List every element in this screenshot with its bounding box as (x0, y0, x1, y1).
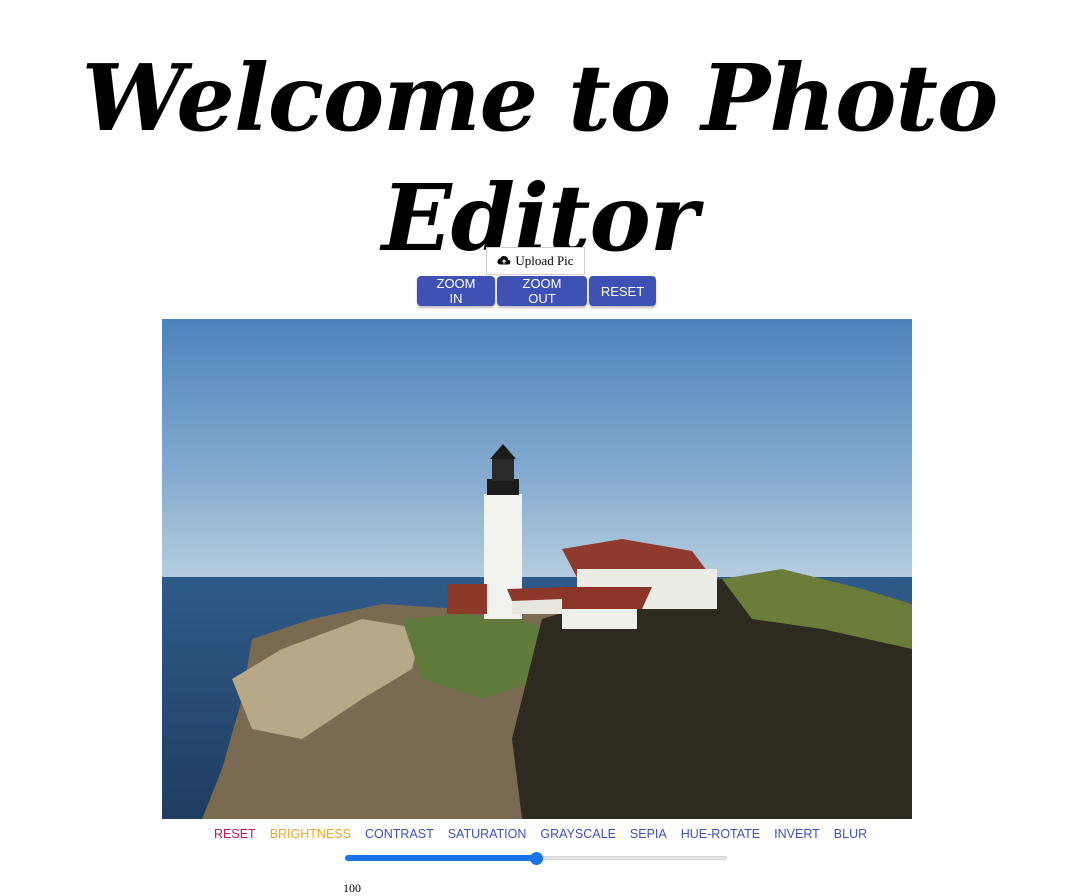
filter-sepia[interactable]: SEPIA (623, 826, 674, 842)
zoom-out-button[interactable]: ZOOM OUT (497, 276, 587, 306)
filter-grayscale[interactable]: GRAYSCALE (533, 826, 623, 842)
page-title: Welcome to Photo Editor (81, 44, 999, 272)
filter-hue-rotate[interactable]: HUE-ROTATE (674, 826, 767, 842)
upload-pic-button[interactable]: Upload Pic (486, 247, 585, 275)
slider-thumb[interactable] (530, 852, 543, 865)
filter-blur[interactable]: BLUR (827, 826, 874, 842)
filter-invert[interactable]: INVERT (767, 826, 827, 842)
zoom-in-button[interactable]: ZOOM IN (417, 276, 495, 306)
filter-slider[interactable] (345, 852, 727, 865)
photo-canvas[interactable] (162, 319, 912, 819)
cloud-upload-icon (497, 256, 511, 265)
filter-brightness[interactable]: BRIGHTNESS (263, 826, 358, 842)
reset-zoom-button[interactable]: RESET (589, 276, 656, 306)
slider-fill (345, 855, 536, 861)
filter-contrast[interactable]: CONTRAST (358, 826, 441, 842)
filter-reset[interactable]: RESET (207, 826, 263, 842)
filter-saturation[interactable]: SATURATION (441, 826, 534, 842)
upload-pic-label: Upload Pic (515, 253, 574, 268)
filter-tabs: RESET BRIGHTNESS CONTRAST SATURATION GRA… (207, 826, 874, 842)
slider-value: 100 (343, 881, 361, 895)
lighthouse-photo (162, 319, 912, 819)
zoom-toolbar: ZOOM IN ZOOM OUT RESET (417, 276, 656, 306)
